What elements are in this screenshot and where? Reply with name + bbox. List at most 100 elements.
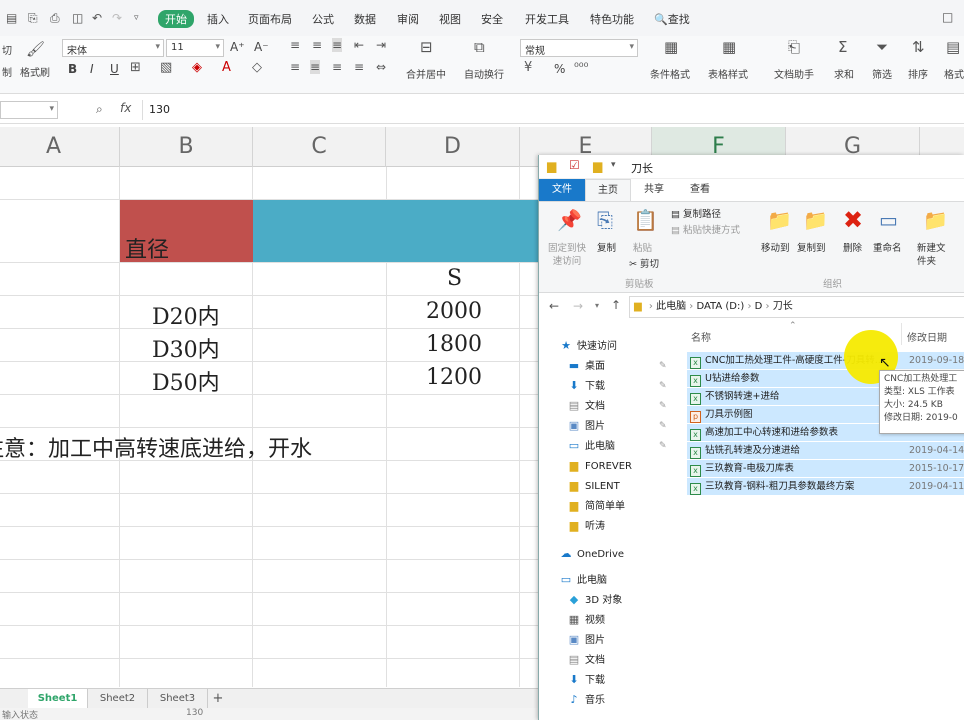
crumb-this-pc[interactable]: 此电脑 <box>656 301 686 312</box>
cell-d-speed-3[interactable]: 1200 <box>426 365 482 390</box>
delete-icon[interactable]: ✖ <box>843 206 863 234</box>
copy-path-button[interactable]: ▤ 复制路径 <box>671 208 721 221</box>
new-folder-quick-icon[interactable]: ▆ <box>593 159 602 173</box>
back-icon[interactable]: ← <box>549 299 559 313</box>
nav-this-pc-quick[interactable]: ▭ 此电脑 <box>567 437 615 455</box>
sort-label[interactable]: 排序 <box>908 66 928 81</box>
currency-icon[interactable]: ¥ <box>524 60 532 75</box>
rename-label[interactable]: 重命名 <box>873 242 902 255</box>
nav-documents[interactable]: ▤ 文档 <box>567 397 605 415</box>
minimize-icon[interactable]: □ <box>942 10 953 24</box>
merge-center-icon[interactable]: ⊟ <box>420 38 433 56</box>
pin-icon[interactable]: 📌 <box>557 208 582 232</box>
nav-onedrive[interactable]: ☁ OneDrive <box>559 545 625 563</box>
s-label[interactable]: S <box>447 266 462 291</box>
tab-share[interactable]: 共享 <box>631 179 677 201</box>
tab-developer[interactable]: 开发工具 <box>525 11 569 27</box>
copy-to-label[interactable]: 复制到 <box>797 242 826 255</box>
nav-3d-objects[interactable]: ◆ 3D 对象 <box>567 591 622 609</box>
column-name-header[interactable]: 名称 <box>691 329 711 344</box>
tab-formula[interactable]: 公式 <box>312 11 334 27</box>
number-format-select[interactable]: 常规 <box>520 39 638 57</box>
sum-icon[interactable]: Σ <box>838 38 847 56</box>
clear-icon[interactable]: ◇ <box>252 60 262 75</box>
file-row[interactable]: x 钻铣孔转速及分速进给 2019-04-14 <box>687 442 964 459</box>
note-cell[interactable]: 注意：加工中高转速底进给，开水 <box>0 431 312 463</box>
search-button[interactable]: 🔍查找 <box>654 11 690 27</box>
nav-pictures[interactable]: ▣ 图片 <box>567 417 605 435</box>
tab-start[interactable]: 开始 <box>158 10 194 28</box>
format-painter-label[interactable]: 格式刷 <box>20 64 50 79</box>
cond-format-icon[interactable]: ▦ <box>664 38 678 56</box>
bold-button[interactable]: B <box>68 62 77 76</box>
forward-icon[interactable]: → <box>573 299 583 313</box>
merge-center-label[interactable]: 合并居中 <box>406 66 446 81</box>
nav-tingtao[interactable]: ▆ 听涛 <box>567 517 605 535</box>
justify-icon[interactable]: ≡ <box>354 60 364 74</box>
nav-this-pc[interactable]: ▭ 此电脑 <box>559 571 607 589</box>
move-to-icon[interactable]: 📁 <box>767 208 792 232</box>
paste-cut-label[interactable]: 制 <box>2 64 12 79</box>
sort-icon[interactable]: ⇅ <box>912 38 925 56</box>
align-middle-icon[interactable]: ≡ <box>312 38 322 52</box>
col-c[interactable]: C <box>253 127 386 167</box>
paste-label[interactable]: 粘贴 <box>633 242 652 255</box>
nav-documents-pc[interactable]: ▤ 文档 <box>567 651 605 669</box>
tab-view[interactable]: 视图 <box>439 11 461 27</box>
add-sheet-button[interactable]: + <box>208 689 228 708</box>
col-d[interactable]: D <box>386 127 520 167</box>
cell-b-diam-3[interactable]: D50内 <box>152 365 220 397</box>
pin-quick-access-label[interactable]: 固定到快速访问 <box>545 242 589 268</box>
copy-label[interactable]: 复制 <box>597 242 616 255</box>
table-style-icon[interactable]: ▦ <box>722 38 736 56</box>
new-folder-icon[interactable]: 📁 <box>923 208 948 232</box>
nav-downloads[interactable]: ⬇ 下载 <box>567 377 605 395</box>
indent-increase-icon[interactable]: ⇥ <box>376 38 386 52</box>
nav-forever[interactable]: ▆ FOREVER <box>567 457 632 475</box>
cell-b-diam-1[interactable]: D20内 <box>152 299 220 331</box>
sheet-tab-2[interactable]: Sheet2 <box>88 689 148 708</box>
up-icon[interactable]: ↑ <box>611 298 621 312</box>
italic-button[interactable]: I <box>90 62 94 76</box>
underline-button[interactable]: U <box>110 62 119 76</box>
tab-page-layout[interactable]: 页面布局 <box>248 11 292 27</box>
tab-file[interactable]: 文件 <box>539 179 585 201</box>
paste-icon[interactable]: 📋 <box>633 208 658 232</box>
new-folder-label[interactable]: 新建文件夹 <box>917 242 947 268</box>
align-left-icon[interactable]: ≡ <box>290 60 300 74</box>
wrap-text-icon[interactable]: ⧉ <box>474 38 485 56</box>
formula-input[interactable]: 130 <box>142 100 964 120</box>
font-shrink-button[interactable]: A⁻ <box>254 40 269 54</box>
cut-button[interactable]: ✂ 剪切 <box>629 258 659 271</box>
thousands-icon[interactable]: ⁰⁰⁰ <box>574 60 588 74</box>
format-label[interactable]: 格式 <box>944 66 964 81</box>
sheet-tab-3[interactable]: Sheet3 <box>148 689 208 708</box>
paste-shortcut-button[interactable]: ▤ 粘贴快捷方式 <box>671 224 740 237</box>
zoom-search-icon[interactable]: ⌕ <box>96 102 103 117</box>
nav-desktop[interactable]: ▬ 桌面 <box>567 357 605 375</box>
col-a[interactable]: A <box>0 127 120 167</box>
preview-icon[interactable]: ◫ <box>72 11 83 25</box>
qa-dropdown-icon[interactable]: ▾ <box>611 160 616 170</box>
crumb-folder[interactable]: 刀长 <box>773 301 793 312</box>
border-icon[interactable]: ⊞ <box>130 60 141 75</box>
tab-home[interactable]: 主页 <box>585 179 631 201</box>
nav-pictures-pc[interactable]: ▣ 图片 <box>567 631 605 649</box>
table-style-label[interactable]: 表格样式 <box>708 66 748 81</box>
col-b[interactable]: B <box>120 127 253 167</box>
sheet-tab-1[interactable]: Sheet1 <box>28 689 88 708</box>
align-bottom-icon[interactable]: ≡ <box>332 38 343 52</box>
file-row[interactable]: x 三玖教育-电极刀库表 2015-10-17 <box>687 460 964 477</box>
nav-music[interactable]: ♪ 音乐 <box>567 691 605 709</box>
align-right-icon[interactable]: ≡ <box>332 60 342 74</box>
move-to-label[interactable]: 移动到 <box>761 242 790 255</box>
recent-dropdown-icon[interactable]: ▾ <box>595 301 599 310</box>
cell-b-diam-2[interactable]: D30内 <box>152 332 220 364</box>
font-color-icon[interactable]: ◈ <box>192 60 202 75</box>
column-date-header[interactable]: 修改日期 <box>907 329 947 344</box>
open-icon[interactable]: ▤ <box>6 11 17 25</box>
font-size-select[interactable]: 11 <box>166 39 224 57</box>
align-center-icon[interactable]: ≡ <box>310 60 321 74</box>
nav-simple[interactable]: ▆ 简简单单 <box>567 497 625 515</box>
tab-insert[interactable]: 插入 <box>207 11 229 27</box>
